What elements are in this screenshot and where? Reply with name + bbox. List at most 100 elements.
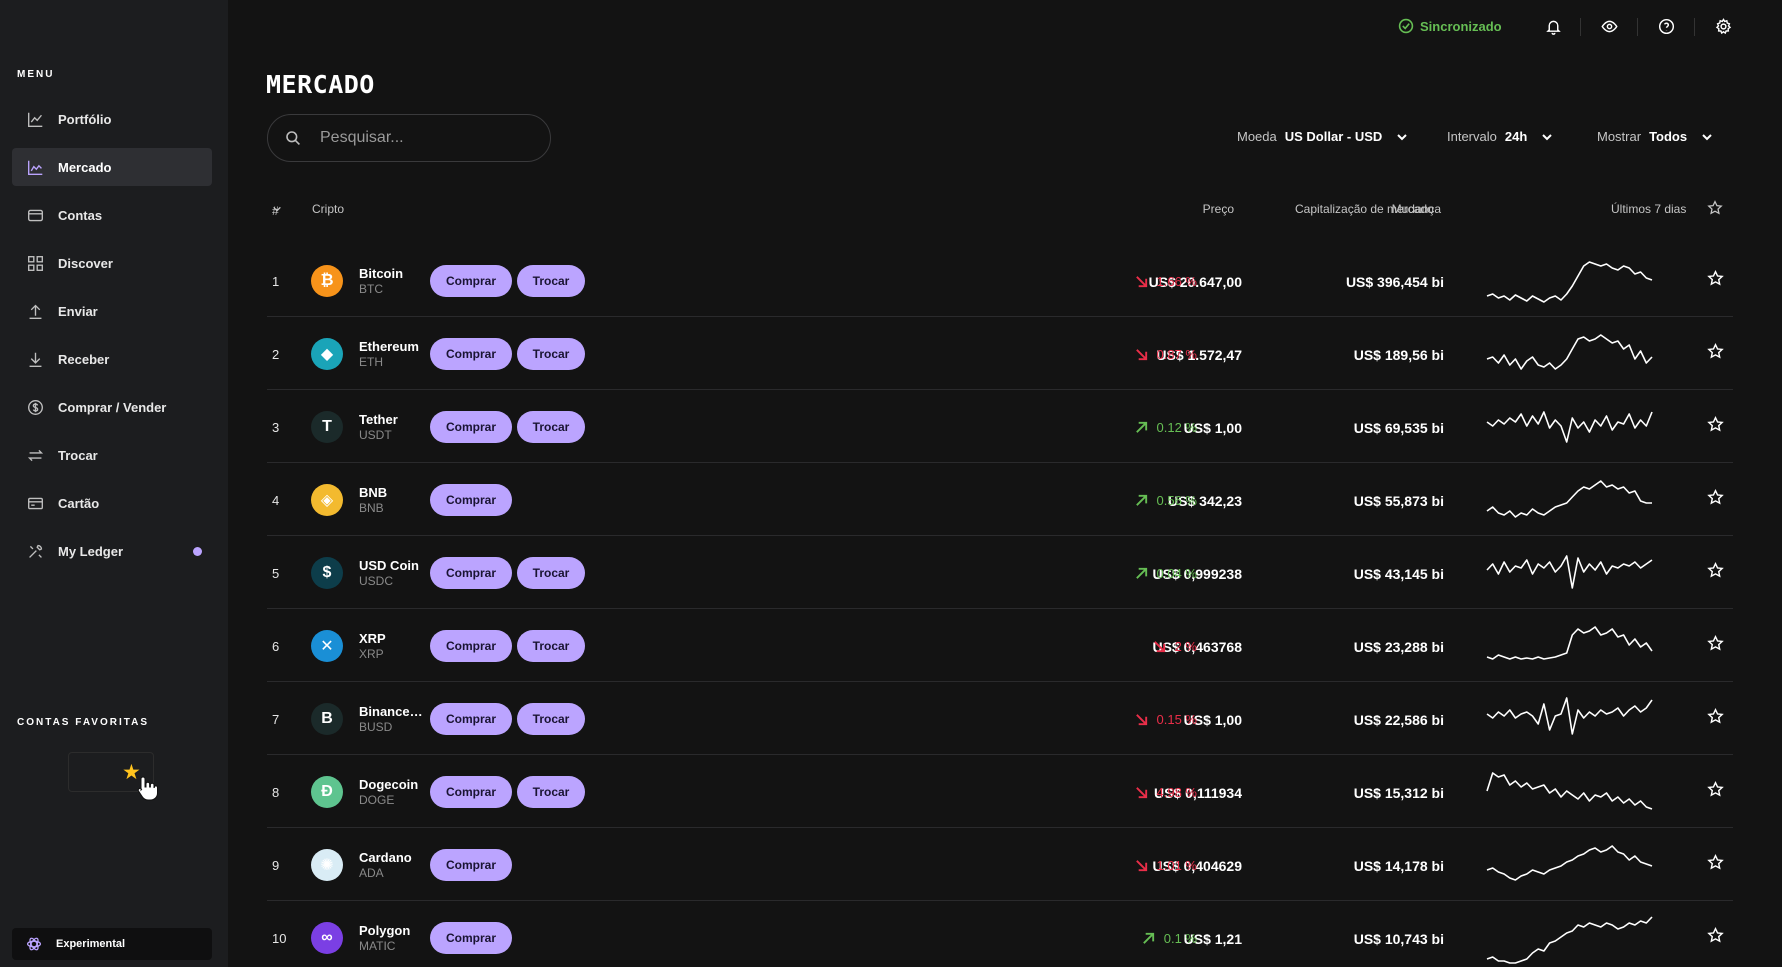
buy-button[interactable]: Comprar bbox=[430, 630, 512, 662]
buy-button[interactable]: Comprar bbox=[430, 484, 512, 516]
sidebar-item-swap[interactable]: Trocar bbox=[12, 436, 212, 474]
swap-button[interactable]: Trocar bbox=[517, 703, 585, 735]
sidebar-item-label: Comprar / Vender bbox=[58, 399, 167, 415]
interval-filter[interactable]: Intervalo 24h bbox=[1447, 129, 1553, 144]
swap-button[interactable]: Trocar bbox=[517, 338, 585, 370]
sidebar-item-label: Portfólio bbox=[58, 111, 112, 127]
divider bbox=[1694, 18, 1695, 36]
coin-icon: ✕ bbox=[311, 630, 343, 662]
rank: 4 bbox=[272, 493, 280, 508]
sidebar-item-market[interactable]: Mercado bbox=[12, 148, 212, 186]
sparkline-path bbox=[1486, 261, 1653, 303]
star-icon[interactable] bbox=[1707, 927, 1727, 947]
star-icon[interactable] bbox=[1707, 343, 1727, 363]
sparkline bbox=[1486, 402, 1653, 450]
table-row[interactable]: 1 ₿ Bitcoin BTC Comprar Trocar US$ 20.647,00 1.… bbox=[267, 244, 1733, 317]
buy-button[interactable]: Comprar bbox=[430, 922, 512, 954]
coin-ticker: DOGE bbox=[359, 793, 395, 807]
buy-button[interactable]: Comprar bbox=[430, 411, 512, 443]
coin-name: Cardano bbox=[359, 850, 412, 865]
sidebar-item-my-ledger[interactable]: My Ledger bbox=[12, 532, 212, 570]
table-row[interactable]: 5 $ USD Coin USDC Comprar Trocar US$ 0,999238 0… bbox=[267, 536, 1733, 609]
table-row[interactable]: 7BBinance USDBUSDComprarTrocarUS$ 1,000.… bbox=[267, 682, 1733, 755]
table-row[interactable]: 2 ◆ Ethereum ETH Comprar Trocar US$ 1.572,47 0.… bbox=[267, 317, 1733, 390]
rank: 8 bbox=[272, 785, 280, 800]
help-icon[interactable] bbox=[1656, 16, 1676, 36]
card-icon bbox=[26, 494, 44, 512]
sidebar-item-buy-sell[interactable]: Comprar / Vender bbox=[12, 388, 212, 426]
buy-button[interactable]: Comprar bbox=[430, 776, 512, 808]
sidebar-item-receive[interactable]: Receber bbox=[12, 340, 212, 378]
market-cap-header: Capitalização de mercado bbox=[1295, 202, 1434, 216]
star-icon[interactable] bbox=[1707, 708, 1727, 728]
sidebar-item-send[interactable]: Enviar bbox=[12, 292, 212, 330]
sidebar-item-discover[interactable]: Discover bbox=[12, 244, 212, 282]
currency-filter-label: Moeda bbox=[1237, 129, 1277, 144]
star-icon[interactable] bbox=[1707, 854, 1727, 874]
market-cap: US$ 10,743 bi bbox=[1353, 931, 1444, 947]
currency-filter-value: US Dollar - USD bbox=[1284, 129, 1383, 144]
rank-sort-header[interactable]: # bbox=[272, 202, 282, 218]
gear-icon[interactable] bbox=[1713, 16, 1733, 36]
swap-button[interactable]: Trocar bbox=[517, 557, 585, 589]
experimental-button[interactable]: Experimental bbox=[12, 928, 212, 960]
star-icon[interactable] bbox=[1707, 416, 1727, 436]
sidebar-item-card[interactable]: Cartão bbox=[12, 484, 212, 522]
buy-button[interactable]: Comprar bbox=[430, 557, 512, 589]
tools-icon bbox=[26, 542, 44, 560]
table-row[interactable]: 10 ∞ Polygon MATIC Comprar US$ 1,21 0.1 % US$ 1… bbox=[267, 901, 1733, 967]
sparkline-path bbox=[1486, 772, 1653, 810]
buy-button[interactable]: Comprar bbox=[430, 265, 512, 297]
table-row[interactable]: 8 Ð Dogecoin DOGE Comprar Trocar US$ 0,111934 4… bbox=[267, 755, 1733, 828]
coin-name: Polygon bbox=[359, 923, 411, 938]
table-row[interactable]: 3 T Tether USDT Comprar Trocar US$ 1,00 0.12 % U… bbox=[267, 390, 1733, 463]
bell-icon[interactable] bbox=[1543, 16, 1563, 36]
coin-glyph: ∞ bbox=[321, 929, 333, 946]
table-row[interactable]: 6 ✕ XRP XRP Comprar Trocar US$ 0,463768 2 % US$ … bbox=[267, 609, 1733, 682]
buy-button[interactable]: Comprar bbox=[430, 338, 512, 370]
coin-ticker: ETH bbox=[359, 355, 383, 369]
star-icon[interactable] bbox=[1707, 781, 1727, 801]
search-box[interactable] bbox=[267, 114, 551, 162]
table-row[interactable]: 4 ◈ BNB BNB Comprar US$ 342,23 0.56 % US$ 55,87… bbox=[267, 463, 1733, 536]
coin-ticker: BUSD bbox=[359, 720, 393, 734]
swap-button[interactable]: Trocar bbox=[517, 776, 585, 808]
buy-button[interactable]: Comprar bbox=[430, 849, 512, 881]
swap-button[interactable]: Trocar bbox=[517, 630, 585, 662]
wallet-icon bbox=[26, 206, 44, 224]
change-value: 2 % bbox=[1174, 639, 1197, 654]
eye-icon[interactable] bbox=[1599, 16, 1619, 36]
sparkline bbox=[1486, 840, 1653, 888]
swap-button[interactable]: Trocar bbox=[517, 411, 585, 443]
show-filter[interactable]: Mostrar Todos bbox=[1597, 129, 1713, 144]
chevron-down-icon bbox=[1702, 133, 1712, 140]
star-icon[interactable] bbox=[1707, 635, 1727, 655]
coin-icon: $ bbox=[311, 557, 343, 589]
sync-status[interactable]: Sincronizado bbox=[1398, 18, 1502, 34]
star-icon[interactable] bbox=[1707, 270, 1727, 290]
star-icon[interactable] bbox=[1707, 489, 1727, 509]
sidebar-item-portfolio[interactable]: Portfólio bbox=[12, 100, 212, 138]
divider bbox=[1580, 18, 1581, 36]
star-icon[interactable] bbox=[1707, 562, 1727, 582]
currency-filter[interactable]: Moeda US Dollar - USD bbox=[1237, 129, 1408, 144]
coin-ticker: USDC bbox=[359, 574, 394, 588]
market-cap: US$ 43,145 bi bbox=[1353, 566, 1444, 582]
buy-button[interactable]: Comprar bbox=[430, 703, 512, 735]
sidebar-item-label: Discover bbox=[58, 255, 113, 271]
table-row[interactable]: 9 ✺ Cardano ADA Comprar US$ 0,404629 1.01 % US$… bbox=[267, 828, 1733, 901]
arrow-down-right-icon bbox=[1153, 641, 1165, 653]
change-value: 0.12 % bbox=[1156, 420, 1197, 435]
show-filter-value: Todos bbox=[1649, 129, 1688, 144]
dollar-circle-icon bbox=[26, 398, 44, 416]
sidebar-item-label: Receber bbox=[58, 351, 110, 367]
chart-line-icon bbox=[26, 110, 44, 128]
sidebar-item-accounts[interactable]: Contas bbox=[12, 196, 212, 234]
search-input[interactable] bbox=[320, 129, 520, 147]
arrow-up-right-icon bbox=[1135, 494, 1147, 506]
market-table: 1 ₿ Bitcoin BTC Comprar Trocar US$ 20.647,00 1.… bbox=[267, 244, 1733, 967]
coin-name: BNB bbox=[359, 485, 388, 500]
swap-button[interactable]: Trocar bbox=[517, 265, 585, 297]
coin-ticker: XRP bbox=[359, 647, 384, 661]
star-header-icon[interactable] bbox=[1707, 200, 1723, 219]
